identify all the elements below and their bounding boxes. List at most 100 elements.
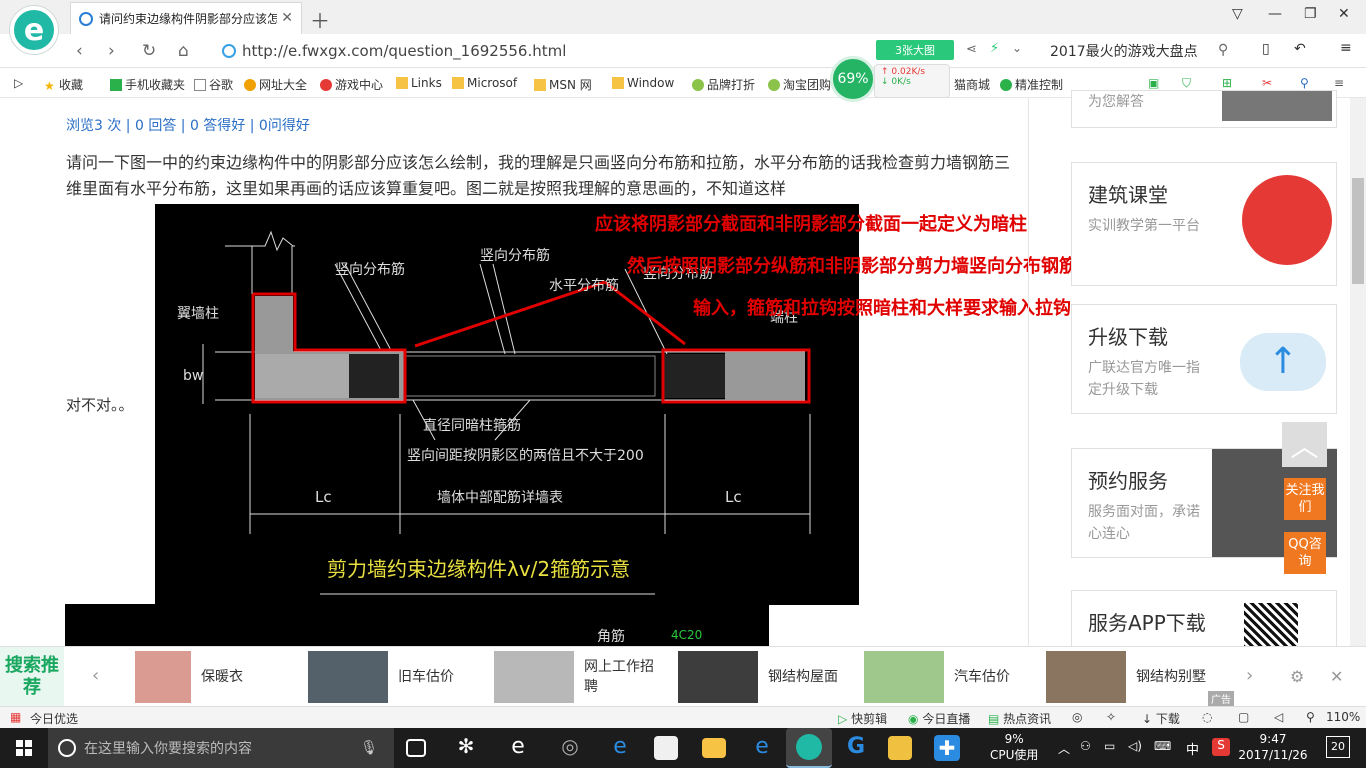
ie-icon[interactable]: ◌ — [1202, 710, 1212, 724]
url-field[interactable]: http://e.fwxgx.com/question_1692556.html — [222, 38, 862, 64]
search-hint[interactable]: 2017最火的游戏大盘点 — [1050, 41, 1198, 61]
minimize-button[interactable]: — — [1268, 6, 1282, 22]
cad-image-2[interactable]: 角筋 4C20 — [65, 604, 769, 646]
browser-tab[interactable]: 请问约束边缘构件阴影部分应该怎 ✕ — [70, 2, 302, 34]
question-text: 请问一下图一中的约束边缘构件中的阴影部分应该怎么绘制，我的理解是只画竖向分布筋和… — [66, 153, 1011, 198]
clock[interactable]: 9:47 2017/11/26 — [1238, 731, 1308, 763]
swirl-app-icon[interactable]: ◎ — [556, 734, 584, 762]
status-item[interactable]: ▤ 热点资讯 — [988, 710, 1051, 727]
browser-taskbar-active[interactable] — [786, 728, 832, 768]
forward-icon[interactable]: › — [108, 41, 115, 61]
notes-icon[interactable] — [888, 736, 912, 760]
home-icon[interactable]: ⌂ — [178, 41, 189, 61]
ad-item[interactable]: 网上工作招聘 — [494, 651, 664, 703]
folder-icon[interactable] — [702, 738, 726, 758]
fav-item[interactable]: Microsof — [452, 76, 517, 90]
new-tab-button[interactable]: ＋ — [310, 5, 330, 34]
sidebar-card-class[interactable]: 建筑课堂 实训教学第一平台 — [1071, 162, 1337, 286]
scissors-icon[interactable]: ✂ — [1262, 76, 1272, 90]
task-view-icon[interactable] — [406, 739, 426, 757]
cpu-meter[interactable]: 9% CPU使用 — [990, 731, 1038, 763]
ad-item[interactable]: 钢结构屋面 — [678, 651, 848, 703]
fav-item[interactable]: 精准控制 — [1000, 76, 1063, 93]
search-icon[interactable]: ⚲ — [1218, 42, 1228, 58]
fan-app-icon[interactable]: ✻ — [452, 734, 480, 762]
share-icon[interactable]: ⋖ — [966, 42, 977, 57]
fav-item[interactable]: 品牌打折 — [692, 76, 755, 93]
back-icon[interactable]: ‹ — [76, 41, 83, 61]
store-icon[interactable] — [654, 736, 678, 760]
edge-icon[interactable]: e — [504, 734, 532, 762]
volume-icon[interactable]: ◁) — [1128, 739, 1142, 753]
qq-consult-button[interactable]: QQ咨询 — [1284, 532, 1326, 574]
scroll-thumb[interactable] — [1352, 178, 1364, 284]
menu-icon[interactable]: ≡ — [1340, 40, 1352, 56]
undo-icon[interactable]: ↶ — [1294, 41, 1306, 57]
fav-item[interactable]: 游戏中心 — [320, 76, 383, 93]
ad-item[interactable]: 保暖衣 — [135, 651, 281, 703]
close-window-button[interactable]: ✕ — [1338, 6, 1350, 22]
pin-icon[interactable]: ✧ — [1106, 710, 1116, 724]
back-to-top-button[interactable]: ︿ — [1282, 422, 1327, 467]
plus-app-icon[interactable]: ✚ — [934, 735, 960, 761]
fav-item[interactable]: 网址大全 — [244, 76, 307, 93]
grid-icon[interactable]: ⊞ — [1222, 76, 1232, 90]
fav-item[interactable]: Links — [396, 76, 442, 90]
ime-indicator[interactable]: 中 — [1186, 739, 1199, 758]
address-bar: ‹ › ↻ ⌂ http://e.fwxgx.com/question_1692… — [0, 34, 1366, 68]
ie-old-icon[interactable]: e — [748, 734, 776, 762]
fav-toggle-icon[interactable]: ▷ — [14, 76, 23, 90]
sidebar-card-answer[interactable]: 为您解答 — [1071, 90, 1337, 128]
notification-badge[interactable]: 20 — [1326, 736, 1350, 758]
ad-item[interactable]: 旧车估价 — [308, 651, 478, 703]
chevron-down-icon[interactable]: ⌄ — [1012, 41, 1022, 55]
status-item[interactable]: ◉ 今日直播 — [908, 710, 970, 727]
glodon-g-icon[interactable]: G — [842, 734, 870, 762]
shield-icon[interactable]: ⛉ — [1182, 76, 1191, 91]
network-icon[interactable]: ▭ — [1104, 739, 1115, 753]
keyboard-icon[interactable]: ⌨ — [1154, 739, 1171, 753]
cad-image[interactable]: 翼墙柱 竖向分布筋 竖向分布筋 水平分布筋 竖向分布筋 端柱 bw 直径同暗柱箍… — [155, 204, 1077, 605]
fav-item[interactable]: 猫商城 — [954, 76, 990, 93]
phone-icon[interactable]: ▯ — [1262, 41, 1270, 57]
close-icon[interactable]: ✕ — [1330, 667, 1343, 686]
tray-expand-icon[interactable]: ︿ — [1058, 740, 1070, 757]
fav-item[interactable]: ★ 收藏 — [44, 76, 83, 93]
more-icon[interactable]: ≡ — [1334, 76, 1344, 90]
question-stats[interactable]: 浏览3 次 | 0 回答 | 0 答得好 | 0问得好 — [66, 115, 310, 135]
fav-item[interactable]: 谷歌 — [194, 76, 233, 93]
zoom-icon[interactable]: ⚲ — [1300, 76, 1309, 90]
shirt-skin-icon[interactable]: ▽ — [1232, 6, 1243, 22]
gear-icon[interactable]: ⚙ — [1290, 667, 1304, 686]
zoom-level-icon[interactable]: ⚲ — [1306, 710, 1315, 724]
ie-taskbar-icon[interactable]: e — [606, 734, 634, 762]
tray-people-icon[interactable]: ⚇ — [1080, 739, 1091, 753]
network-speed-widget[interactable]: 69% ↑ 0.02K/s ↓ 0K/s — [830, 56, 950, 102]
ad-item[interactable]: 汽车估价 — [864, 651, 1034, 703]
taskbar-search-box[interactable]: 在这里输入你要搜索的内容 🎙 — [48, 728, 394, 768]
windows-start-icon[interactable] — [0, 728, 48, 768]
fav-item[interactable]: MSN 网 — [534, 76, 592, 93]
prev-arrow-icon[interactable]: ‹ — [92, 665, 99, 686]
tab-close-icon[interactable]: ✕ — [281, 10, 293, 26]
today-pick[interactable]: 今日优选 — [30, 710, 78, 727]
ad-item[interactable]: 钢结构别墅 — [1046, 651, 1216, 703]
sidebar-card-download[interactable]: 升级下载 广联达官方唯一指定升级下载 ↑ — [1071, 304, 1337, 414]
follow-us-button[interactable]: 关注我们 — [1284, 478, 1326, 520]
refresh-icon[interactable]: ↻ — [142, 41, 156, 61]
globe-icon[interactable]: ◎ — [1072, 710, 1082, 724]
browser-logo-icon[interactable]: e — [10, 6, 58, 54]
lightning-icon[interactable]: ⚡ — [990, 41, 999, 56]
status-item[interactable]: ↓ 下载 — [1142, 710, 1180, 727]
sogou-icon[interactable]: S — [1212, 738, 1230, 756]
status-item[interactable]: ▷ 快剪辑 — [838, 710, 887, 727]
next-arrow-icon[interactable]: › — [1246, 665, 1253, 686]
book-icon[interactable]: ▣ — [1148, 76, 1159, 90]
fav-item[interactable]: 淘宝团购 — [768, 76, 831, 93]
fav-item[interactable]: 手机收藏夹 — [110, 76, 185, 93]
restore-button[interactable]: ❐ — [1304, 6, 1317, 22]
sound-icon[interactable]: ◁ — [1274, 710, 1283, 724]
fav-item[interactable]: Window — [612, 76, 674, 90]
window-icon[interactable]: ▢ — [1238, 710, 1249, 724]
zoom-level[interactable]: 110% — [1326, 710, 1360, 724]
